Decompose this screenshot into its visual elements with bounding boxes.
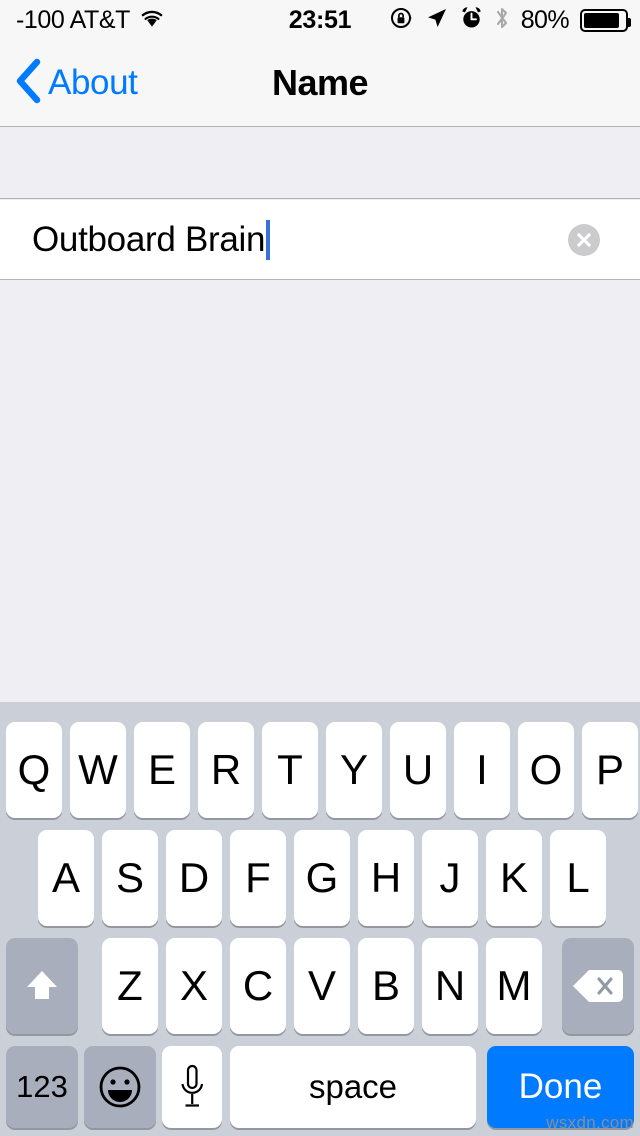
alarm-clock-icon [460, 6, 483, 35]
key-k[interactable]: K [486, 830, 542, 926]
status-bar-right: 80% [390, 4, 631, 36]
rotation-lock-icon [390, 6, 414, 35]
battery-icon [580, 8, 631, 32]
clear-text-button[interactable] [568, 224, 600, 256]
battery-percent-label: 80% [520, 6, 570, 34]
key-e[interactable]: E [134, 722, 190, 818]
key-d[interactable]: D [166, 830, 222, 926]
back-button[interactable]: About [14, 40, 138, 126]
chevron-left-icon [14, 58, 42, 109]
delete-key[interactable] [562, 938, 634, 1034]
clear-circle-icon [577, 233, 591, 247]
key-h[interactable]: H [358, 830, 414, 926]
space-key[interactable]: space [230, 1046, 476, 1128]
numbers-key[interactable]: 123 [6, 1046, 78, 1128]
key-l[interactable]: L [550, 830, 606, 926]
iphone-screen: -100 AT&T 23:51 80% Name About Outboard … [0, 0, 640, 1136]
key-o[interactable]: O [518, 722, 574, 818]
settings-content: Outboard Brain [0, 127, 640, 702]
key-v[interactable]: V [294, 938, 350, 1034]
text-caret [266, 219, 271, 260]
microphone-icon [181, 1064, 204, 1107]
key-w[interactable]: W [70, 722, 126, 818]
key-i[interactable]: I [454, 722, 510, 818]
key-j[interactable]: J [422, 830, 478, 926]
key-p[interactable]: P [582, 722, 638, 818]
key-u[interactable]: U [390, 722, 446, 818]
backspace-icon [573, 970, 623, 1002]
key-a[interactable]: A [38, 830, 94, 926]
shift-key[interactable] [6, 938, 78, 1034]
name-field-cell[interactable]: Outboard Brain [0, 200, 640, 280]
key-g[interactable]: G [294, 830, 350, 926]
status-bar: -100 AT&T 23:51 80% [0, 0, 640, 40]
key-z[interactable]: Z [102, 938, 158, 1034]
key-x[interactable]: X [166, 938, 222, 1034]
name-text-field[interactable]: Outboard Brain [32, 200, 271, 279]
back-button-label: About [48, 63, 138, 102]
key-r[interactable]: R [198, 722, 254, 818]
location-arrow-icon [425, 6, 449, 35]
name-field-value: Outboard Brain [32, 219, 266, 259]
bluetooth-icon [494, 5, 510, 36]
navigation-bar: Name About [0, 40, 640, 127]
emoji-key[interactable] [84, 1046, 156, 1128]
dictation-key[interactable] [162, 1046, 222, 1128]
key-y[interactable]: Y [326, 722, 382, 818]
key-t[interactable]: T [262, 722, 318, 818]
key-b[interactable]: B [358, 938, 414, 1034]
shift-arrow-icon [27, 971, 57, 999]
key-n[interactable]: N [422, 938, 478, 1034]
key-m[interactable]: M [486, 938, 542, 1034]
watermark-label: wsxdn.com [546, 1113, 634, 1132]
key-s[interactable]: S [102, 830, 158, 926]
software-keyboard: Q W E R T Y U I O P A S D F G H J K L Z … [0, 702, 640, 1136]
key-f[interactable]: F [230, 830, 286, 926]
table-section-header [0, 127, 640, 199]
battery-fill [584, 12, 620, 28]
smiley-face-icon [99, 1066, 141, 1108]
key-q[interactable]: Q [6, 722, 62, 818]
key-c[interactable]: C [230, 938, 286, 1034]
